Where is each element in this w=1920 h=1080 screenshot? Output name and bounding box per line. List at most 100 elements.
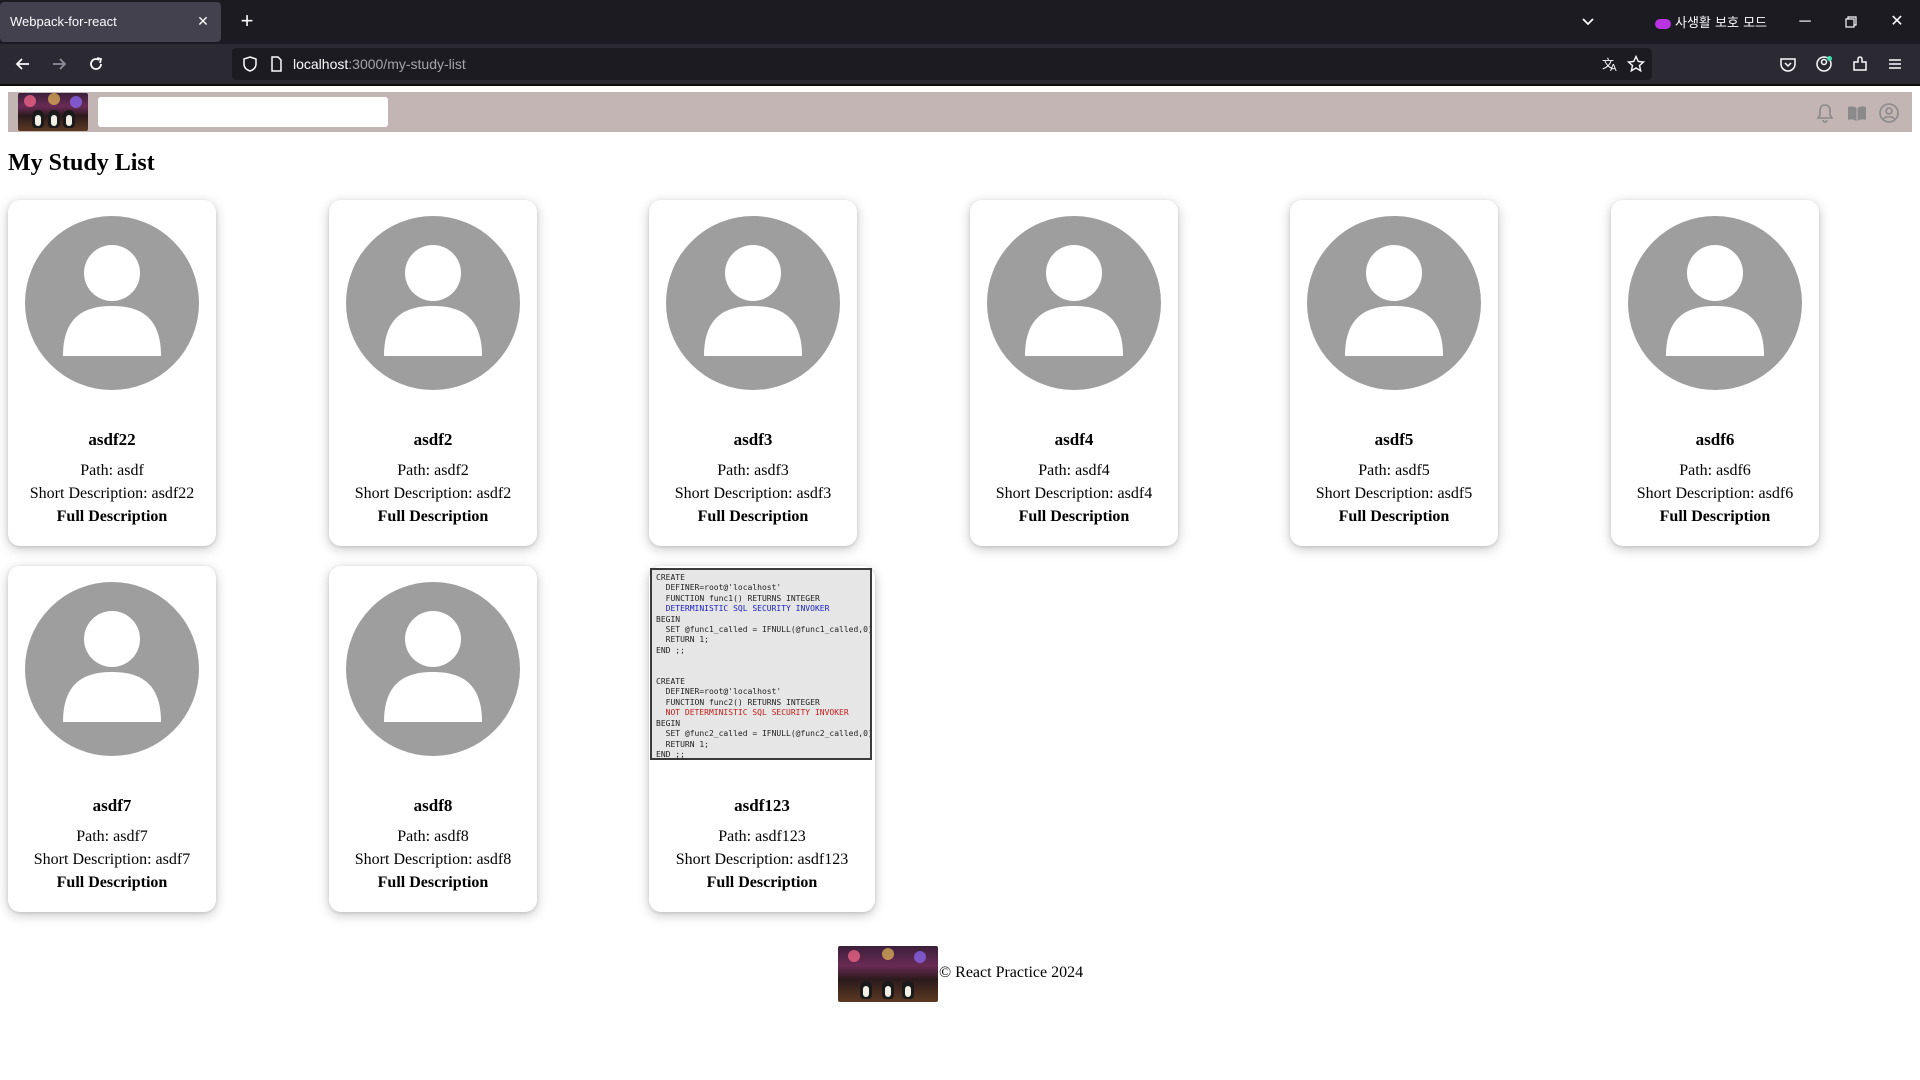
page-title: My Study List xyxy=(8,150,155,176)
svg-text:A: A xyxy=(1610,63,1617,74)
card-full-description-link[interactable]: Full Description xyxy=(329,508,537,526)
tab-list-chevron-icon[interactable] xyxy=(1578,12,1598,32)
private-mask-icon xyxy=(1655,18,1671,29)
card-short-description: Short Description: asdf22 xyxy=(29,485,195,502)
study-card[interactable]: asdf6 Path: asdf6 Short Description: asd… xyxy=(1611,200,1819,546)
account-icon[interactable] xyxy=(1814,54,1834,74)
browser-nav-bar: localhost:3000/my-study-list 文 A xyxy=(0,44,1920,84)
card-path: Path: asdf5 xyxy=(1358,462,1430,479)
extensions-icon[interactable] xyxy=(1850,54,1870,74)
code-line: CREATE xyxy=(656,677,685,687)
study-card[interactable]: asdf7 Path: asdf7 Short Description: asd… xyxy=(8,566,216,912)
card-path: Path: asdf4 xyxy=(1038,462,1110,479)
url-text: localhost:3000/my-study-list xyxy=(293,56,466,72)
pocket-icon[interactable] xyxy=(1778,54,1798,74)
shield-icon[interactable] xyxy=(240,54,260,74)
card-path: Path: asdf3 xyxy=(717,462,789,479)
card-path: Path: asdf6 xyxy=(1679,462,1751,479)
code-line: BEGIN xyxy=(656,614,681,624)
footer-copyright: © React Practice 2024 xyxy=(939,964,1084,981)
code-line: DEFINER=root@'localhost' xyxy=(656,687,782,697)
private-mode-label: 사생활 보호 모드 xyxy=(1675,16,1767,31)
browser-tab[interactable]: Webpack-for-react ✕ xyxy=(0,2,221,42)
card-short-description: Short Description: asdf2 xyxy=(354,485,512,502)
minimize-icon[interactable]: ─ xyxy=(1795,12,1815,32)
study-card[interactable]: asdf5 Path: asdf5 Short Description: asd… xyxy=(1290,200,1498,546)
card-full-description-link[interactable]: Full Description xyxy=(649,508,857,526)
card-title: asdf4 xyxy=(1054,430,1094,449)
reload-icon[interactable] xyxy=(86,54,106,74)
translate-icon[interactable]: 文 A xyxy=(1600,54,1620,74)
code-line: CREATE xyxy=(656,573,685,582)
search-input[interactable] xyxy=(98,97,388,127)
close-window-icon[interactable]: ✕ xyxy=(1887,12,1907,32)
card-short-description: Short Description: asdf4 xyxy=(995,485,1153,502)
url-path: :3000/my-study-list xyxy=(348,56,466,72)
card-title: asdf5 xyxy=(1374,430,1414,449)
code-line: END ;; xyxy=(656,645,685,655)
card-full-description-link[interactable]: Full Description xyxy=(329,874,537,892)
card-full-description-link[interactable]: Full Description xyxy=(8,874,216,892)
code-screenshot-thumbnail: CREATE DEFINER=root@'localhost' FUNCTION… xyxy=(650,568,872,760)
study-card[interactable]: asdf3 Path: asdf3 Short Description: asd… xyxy=(649,200,857,546)
card-path: Path: asdf8 xyxy=(397,828,469,845)
card-title: asdf2 xyxy=(413,430,453,449)
study-card[interactable]: asdf22 Path: asdf Short Description: asd… xyxy=(8,200,216,546)
code-line: DETERMINISTIC SQL SECURITY INVOKER xyxy=(656,604,830,614)
chrome-divider xyxy=(0,84,1920,86)
card-short-description: Short Description: asdf8 xyxy=(354,851,512,868)
card-full-description-link[interactable]: Full Description xyxy=(8,508,216,526)
card-title: asdf7 xyxy=(92,796,132,815)
card-path: Path: asdf2 xyxy=(397,462,469,479)
menu-icon[interactable] xyxy=(1885,54,1905,74)
card-full-description-link[interactable]: Full Description xyxy=(1611,508,1819,526)
tab-title: Webpack-for-react xyxy=(10,14,117,29)
card-path: Path: asdf xyxy=(80,462,144,479)
card-path: Path: asdf7 xyxy=(76,828,148,845)
code-line: SET @func1_called = IFNULL(@func1_called… xyxy=(656,625,872,635)
url-bar[interactable]: localhost:3000/my-study-list 文 A xyxy=(232,48,1652,80)
avatar-placeholder-icon xyxy=(1628,216,1802,390)
code-line: RETURN 1; xyxy=(656,635,709,645)
back-icon[interactable] xyxy=(13,54,33,74)
tab-close-icon[interactable]: ✕ xyxy=(193,11,213,31)
card-title: asdf123 xyxy=(734,796,790,815)
book-icon[interactable] xyxy=(1846,102,1868,124)
footer-logo xyxy=(838,946,938,1002)
avatar-placeholder-icon xyxy=(987,216,1161,390)
card-full-description-link[interactable]: Full Description xyxy=(970,508,1178,526)
study-card[interactable]: asdf4 Path: asdf4 Short Description: asd… xyxy=(970,200,1178,546)
code-line: SET @func2_called = IFNULL(@func2_called… xyxy=(656,729,872,739)
page-info-icon[interactable] xyxy=(266,54,286,74)
private-mode-indicator: 사생활 보호 모드 xyxy=(1655,12,1767,31)
card-full-description-link[interactable]: Full Description xyxy=(649,874,875,892)
forward-icon[interactable] xyxy=(49,54,69,74)
bookmark-star-icon[interactable] xyxy=(1626,54,1646,74)
code-line: NOT DETERMINISTIC SQL SECURITY INVOKER xyxy=(656,708,849,718)
card-title: asdf6 xyxy=(1695,430,1735,449)
card-short-description: Short Description: asdf5 xyxy=(1315,485,1473,502)
bell-icon[interactable] xyxy=(1814,102,1836,124)
card-title: asdf8 xyxy=(413,796,453,815)
browser-tab-bar: Webpack-for-react ✕ + 사생활 보호 모드 ─ ✕ xyxy=(0,0,1920,44)
study-card[interactable]: CREATE DEFINER=root@'localhost' FUNCTION… xyxy=(649,566,875,912)
code-line: BEGIN xyxy=(656,718,681,728)
url-host: localhost xyxy=(293,56,349,72)
avatar-placeholder-icon xyxy=(346,216,520,390)
new-tab-icon[interactable]: + xyxy=(234,9,260,35)
study-card[interactable]: asdf8 Path: asdf8 Short Description: asd… xyxy=(329,566,537,912)
card-full-description-link[interactable]: Full Description xyxy=(1290,508,1498,526)
study-card[interactable]: asdf2 Path: asdf2 Short Description: asd… xyxy=(329,200,537,546)
user-account-icon[interactable] xyxy=(1878,102,1900,124)
app-header xyxy=(8,92,1912,132)
avatar-placeholder-icon xyxy=(666,216,840,390)
code-line: FUNCTION func1() RETURNS INTEGER xyxy=(656,593,820,603)
card-short-description: Short Description: asdf7 xyxy=(33,851,191,868)
card-short-description: Short Description: asdf6 xyxy=(1636,485,1794,502)
logo[interactable] xyxy=(18,93,88,131)
avatar-placeholder-icon xyxy=(25,582,199,756)
card-title: asdf3 xyxy=(733,430,773,449)
restore-icon[interactable] xyxy=(1841,12,1861,32)
